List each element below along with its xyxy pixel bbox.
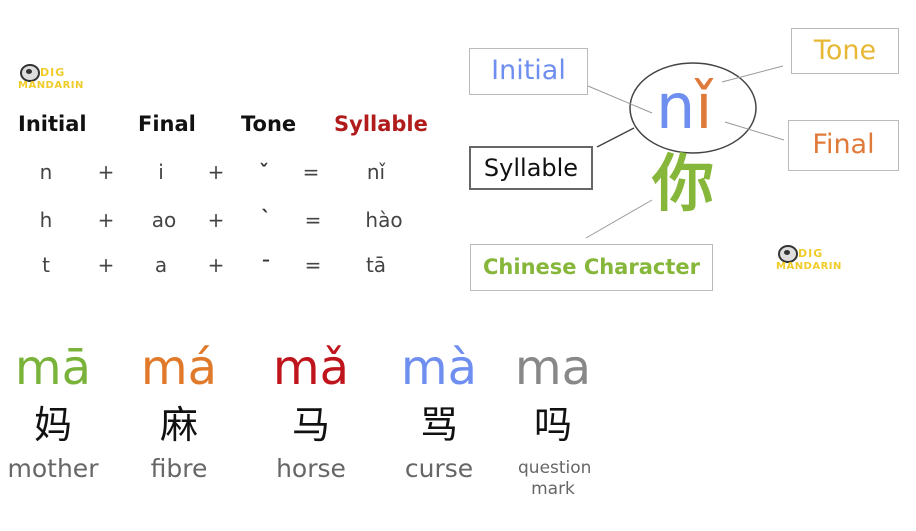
chinese-character: 你 <box>652 147 715 220</box>
initial-connector <box>587 85 653 114</box>
label-chinese-character: Chinese Character <box>470 244 713 291</box>
label-final: Final <box>788 120 899 171</box>
tone-pinyin: mǎ <box>272 340 350 396</box>
tone-hanzi: 麻 <box>159 403 198 447</box>
tone-hanzi: 骂 <box>419 403 458 447</box>
tone-meaning: horse <box>276 454 346 483</box>
tone-item: mā 妈 mother <box>0 340 108 484</box>
diagram-syllable: nǐ <box>656 72 713 142</box>
tone-item: má 麻 fibre <box>124 340 234 484</box>
final-connector <box>724 121 785 141</box>
tone-hanzi: 妈 <box>33 403 72 447</box>
tone-pinyin: ma <box>514 340 592 396</box>
tone-meaning: curse <box>404 454 474 483</box>
syllable-final: ǐ <box>695 70 713 143</box>
logo-text-mandarin: MANDARIN <box>776 261 842 272</box>
tone-hanzi: 马 <box>291 403 330 447</box>
tone-item: mà 骂 curse <box>384 340 494 484</box>
logo-text-dig: DIG <box>798 247 824 260</box>
character-connector <box>585 199 653 239</box>
label-tone: Tone <box>791 28 899 74</box>
syllable-connector <box>596 127 635 148</box>
tone-hanzi: 吗 <box>533 403 572 447</box>
tone-meaning: fibre <box>150 454 208 483</box>
tone-item: ma 吗 question mark <box>498 340 608 500</box>
tone-item: mǎ 马 horse <box>256 340 366 484</box>
tone-pinyin: mà <box>400 340 478 396</box>
label-initial: Initial <box>469 48 588 95</box>
tone-connector <box>721 65 784 83</box>
syllable-initial: n <box>656 70 696 143</box>
dig-mandarin-logo: DIG MANDARIN <box>776 245 856 281</box>
tone-pinyin: má <box>140 340 218 396</box>
label-syllable: Syllable <box>469 146 593 190</box>
tone-meaning: question mark <box>518 458 592 499</box>
tone-meaning: mother <box>7 454 99 483</box>
tone-pinyin: mā <box>14 340 92 396</box>
